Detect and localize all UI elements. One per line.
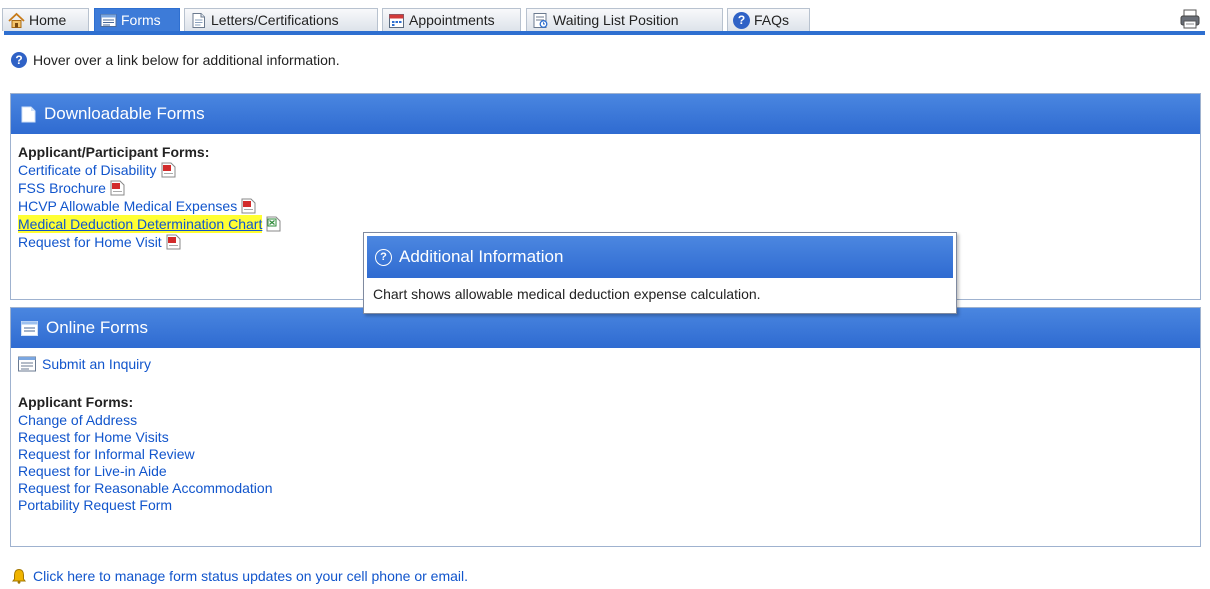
tab-home[interactable]: Home	[2, 8, 89, 31]
fss-brochure-link[interactable]: FSS Brochure	[18, 179, 106, 197]
footer-notice: Click here to manage form status updates…	[11, 568, 468, 584]
list-icon	[533, 12, 548, 28]
document-icon	[192, 12, 205, 28]
tab-letters-certifications[interactable]: Letters/Certifications	[184, 8, 378, 31]
online-forms-panel: Online Forms Submit an Inquiry Applicant…	[10, 307, 1201, 547]
medical-deduction-determination-chart-link[interactable]: Medical Deduction Determination Chart	[18, 215, 263, 233]
request-for-home-visits-link[interactable]: Request for Home Visits	[18, 428, 169, 446]
applicant-participant-forms-heading: Applicant/Participant Forms:	[18, 144, 210, 160]
form-icon	[21, 320, 38, 336]
submit-an-inquiry-link[interactable]: Submit an Inquiry	[42, 355, 151, 373]
form-icon	[18, 356, 36, 372]
tab-bar: Home Forms Letters/Certifications Appoin…	[0, 0, 1210, 40]
hover-hint: ? Hover over a link below for additional…	[11, 52, 340, 68]
tooltip-title: Additional Information	[399, 247, 564, 266]
tab-bar-underline	[4, 31, 1205, 35]
additional-information-tooltip: ? Additional Information Chart shows all…	[363, 232, 957, 314]
list-item: Request for Informal Review	[18, 445, 1193, 462]
tab-waiting-list-label: Waiting List Position	[553, 12, 679, 28]
tab-faqs[interactable]: ? FAQs	[727, 8, 810, 31]
list-item: Request for Live-in Aide	[18, 462, 1193, 479]
tab-faqs-label: FAQs	[754, 12, 790, 28]
request-for-informal-review-link[interactable]: Request for Informal Review	[18, 445, 195, 463]
certificate-of-disability-link[interactable]: Certificate of Disability	[18, 161, 157, 179]
tab-appointments[interactable]: Appointments	[382, 8, 521, 31]
list-item: FSS Brochure	[18, 179, 1193, 197]
request-for-live-in-aide-link[interactable]: Request for Live-in Aide	[18, 462, 167, 480]
tooltip-header: ? Additional Information	[367, 236, 953, 278]
manage-form-status-link[interactable]: Click here to manage form status updates…	[33, 568, 468, 584]
tab-home-label: Home	[29, 12, 67, 28]
calendar-icon	[389, 13, 404, 28]
submit-inquiry-row: Submit an Inquiry	[18, 355, 1193, 373]
tab-waiting-list-position[interactable]: Waiting List Position	[526, 8, 723, 31]
hcvp-allowable-medical-expenses-link[interactable]: HCVP Allowable Medical Expenses	[18, 197, 237, 215]
change-of-address-link[interactable]: Change of Address	[18, 411, 137, 429]
tab-forms-label: Forms	[121, 12, 161, 28]
portability-request-form-link[interactable]: Portability Request Form	[18, 496, 172, 514]
online-forms-title: Online Forms	[46, 318, 149, 337]
list-item: Request for Home Visits	[18, 428, 1193, 445]
applicant-forms-heading: Applicant Forms:	[18, 394, 134, 410]
form-icon	[100, 13, 117, 27]
bell-icon	[12, 568, 26, 584]
pdf-icon	[161, 162, 175, 178]
list-item: Certificate of Disability	[18, 161, 1193, 179]
list-item: Portability Request Form	[18, 496, 1193, 513]
pdf-icon	[110, 180, 125, 196]
pdf-icon	[241, 198, 256, 214]
tooltip-text: Chart shows allowable medical deduction …	[373, 286, 761, 302]
help-icon: ?	[375, 248, 392, 266]
print-icon[interactable]	[1179, 9, 1201, 29]
list-item: Change of Address	[18, 411, 1193, 428]
pdf-icon	[166, 234, 181, 250]
downloadable-forms-header: Downloadable Forms	[11, 94, 1200, 134]
list-item: Medical Deduction Determination Chart	[18, 215, 1193, 233]
request-for-reasonable-accommodation-link[interactable]: Request for Reasonable Accommodation	[18, 479, 272, 497]
help-icon: ?	[733, 11, 750, 29]
tab-letters-label: Letters/Certifications	[211, 12, 339, 28]
hint-text: Hover over a link below for additional i…	[33, 52, 340, 68]
online-forms-header: Online Forms	[11, 308, 1200, 348]
tab-appointments-label: Appointments	[409, 12, 495, 28]
document-icon	[21, 106, 36, 122]
home-icon	[8, 12, 25, 28]
downloadable-forms-title: Downloadable Forms	[44, 104, 205, 123]
request-for-home-visit-link[interactable]: Request for Home Visit	[18, 233, 162, 251]
excel-icon	[266, 216, 281, 232]
tab-forms[interactable]: Forms	[94, 8, 180, 31]
help-icon: ?	[11, 52, 27, 68]
list-item: HCVP Allowable Medical Expenses	[18, 197, 1193, 215]
list-item: Request for Reasonable Accommodation	[18, 479, 1193, 496]
